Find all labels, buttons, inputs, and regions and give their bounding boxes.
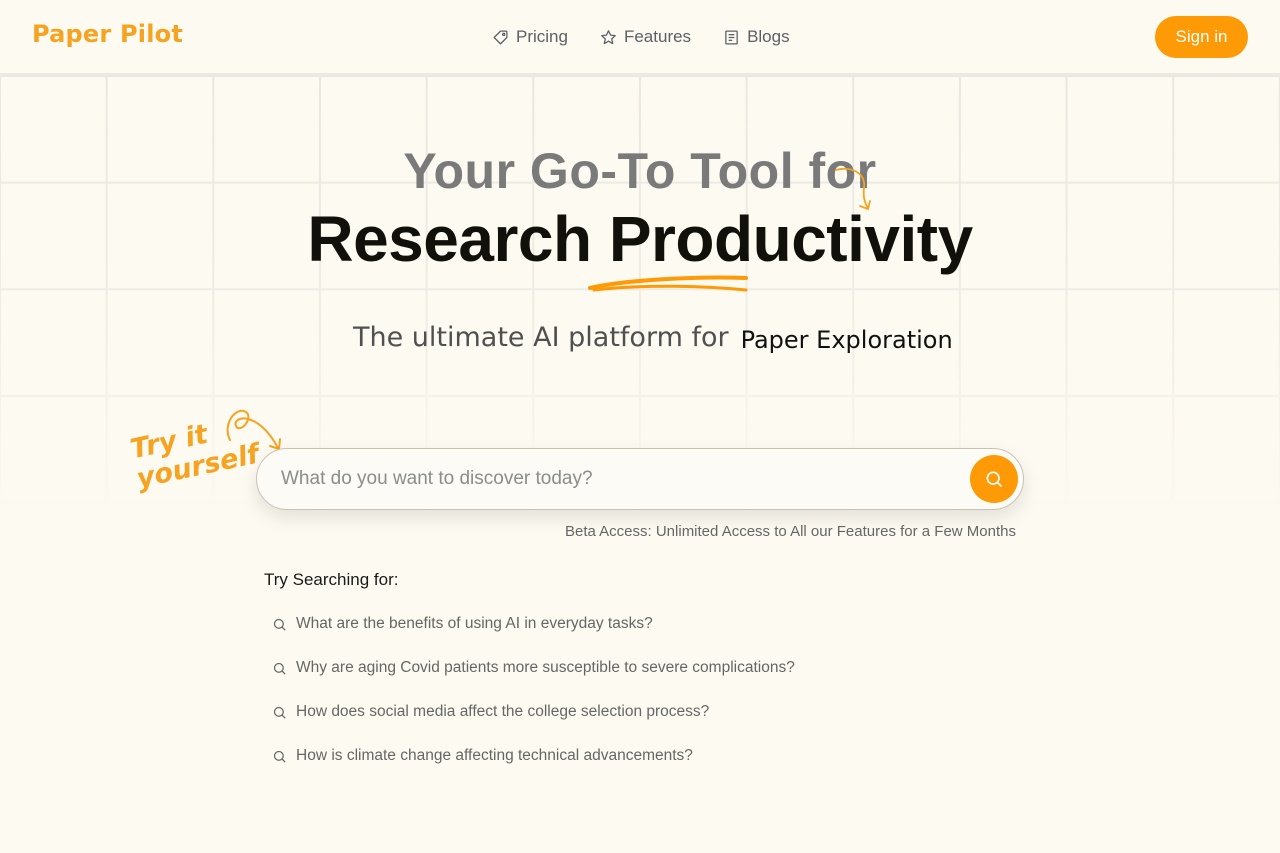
main-nav: Pricing Features Blogs: [492, 27, 822, 47]
search-icon: [273, 706, 286, 718]
top-navbar: Paper Pilot Pricing Features Blogs Sign …: [0, 0, 1280, 76]
hero-heading-line2: Research Productivity: [307, 203, 973, 275]
suggestion-item[interactable]: How does social media affect the college…: [272, 702, 795, 722]
curved-arrow-icon: [835, 167, 871, 211]
suggestion-text: Why are aging Covid patients more suscep…: [296, 659, 795, 676]
nav-features[interactable]: Features: [600, 27, 691, 47]
nav-pricing-label: Pricing: [516, 27, 568, 46]
suggestion-text: How is climate change affecting technica…: [296, 747, 693, 764]
search-icon: [273, 750, 286, 762]
nav-blogs-label: Blogs: [747, 27, 790, 46]
search-icon: [273, 662, 286, 674]
suggestion-item[interactable]: Why are aging Covid patients more suscep…: [272, 658, 795, 678]
page: Paper Pilot Pricing Features Blogs Sign …: [0, 0, 1280, 853]
tag-icon: [493, 29, 508, 45]
search-button[interactable]: [970, 455, 1018, 503]
star-icon: [601, 29, 616, 44]
nav-blogs[interactable]: Blogs: [723, 27, 790, 47]
suggestion-item[interactable]: What are the benefits of using AI in eve…: [272, 614, 795, 634]
search-input[interactable]: [281, 449, 961, 509]
hero-subtitle: The ultimate AI platform for Paper Explo…: [353, 322, 953, 354]
brush-underline: [588, 275, 748, 292]
suggestions-list: What are the benefits of using AI in eve…: [272, 614, 795, 790]
document-icon: [725, 29, 738, 45]
search-icon: [273, 618, 286, 630]
search-icon: [986, 471, 1002, 487]
hero-heading-line1: Your Go-To Tool for: [403, 143, 877, 199]
beta-access-note: Beta Access: Unlimited Access to All our…: [564, 523, 1016, 540]
suggestions-title: Try Searching for:: [264, 570, 399, 589]
nav-features-label: Features: [623, 27, 692, 46]
try-it-yourself-label: Try it yourself: [128, 410, 262, 495]
suggestion-text: What are the benefits of using AI in eve…: [296, 615, 653, 632]
subtitle-static-text: The ultimate AI platform for: [353, 322, 729, 353]
search-bar: [256, 448, 1024, 510]
suggestion-text: How does social media affect the college…: [296, 703, 710, 720]
suggestion-item[interactable]: How is climate change affecting technica…: [272, 746, 795, 766]
subtitle-typed-text: Paper Exploration: [740, 326, 953, 354]
sign-in-button[interactable]: Sign in: [1155, 16, 1248, 58]
nav-pricing[interactable]: Pricing: [492, 27, 568, 47]
logo[interactable]: Paper Pilot: [32, 20, 183, 48]
